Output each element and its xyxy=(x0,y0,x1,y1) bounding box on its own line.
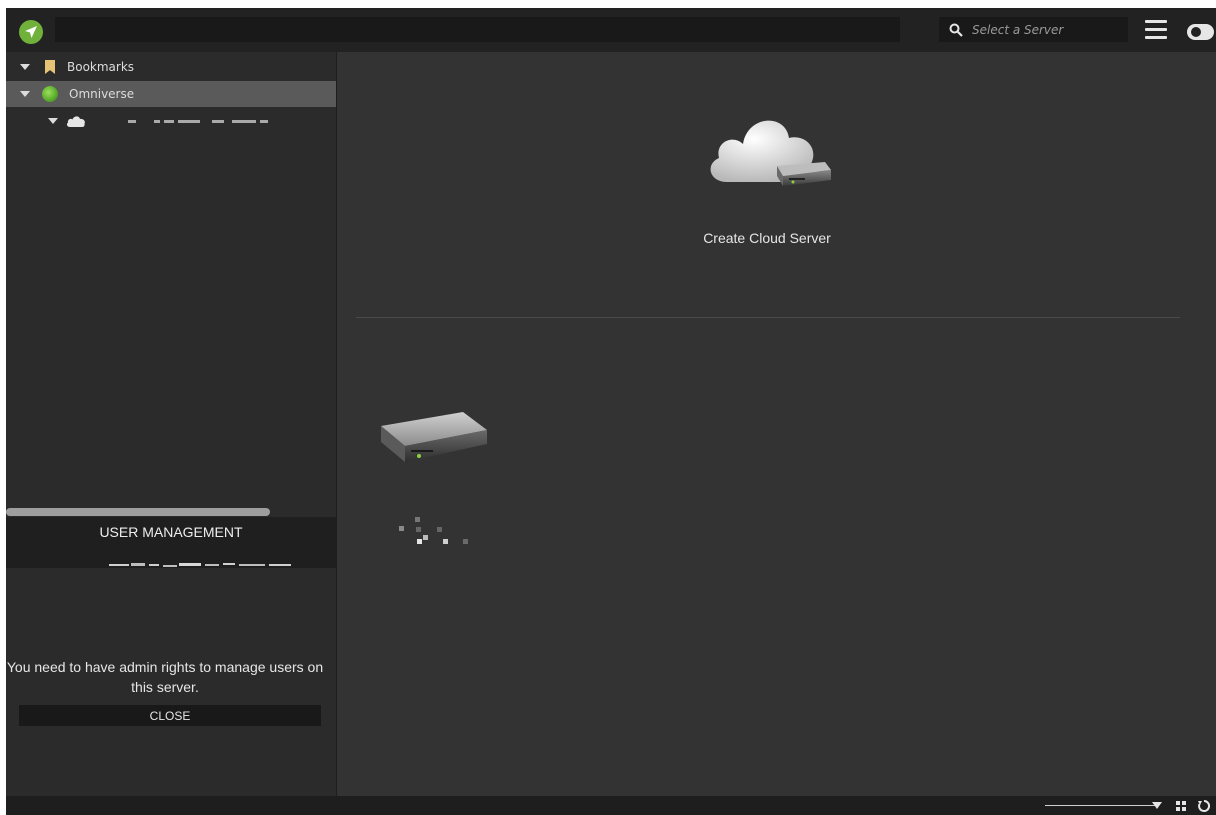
create-cloud-server-label[interactable]: Create Cloud Server xyxy=(617,230,917,246)
hamburger-menu-icon[interactable] xyxy=(1145,20,1167,40)
server-search-placeholder: Select a Server xyxy=(972,22,1064,37)
cloud-icon xyxy=(66,116,85,127)
sync-icon[interactable] xyxy=(1198,800,1210,812)
theme-toggle-icon[interactable] xyxy=(1187,24,1214,40)
close-button[interactable]: CLOSE xyxy=(19,705,321,726)
grid-view-icon[interactable] xyxy=(1176,801,1186,811)
horizontal-scrollbar[interactable] xyxy=(6,508,270,516)
expand-caret-icon[interactable] xyxy=(20,91,30,97)
app-window: Select a Server Bookmarks Omniverse USER… xyxy=(6,8,1216,815)
cloud-server-icon xyxy=(710,120,831,186)
tree-item-omniverse[interactable]: Omniverse xyxy=(6,81,336,107)
omniverse-icon xyxy=(42,86,58,102)
user-management-header: USER MANAGEMENT xyxy=(6,517,336,568)
tree-item-label: Omniverse xyxy=(69,87,135,101)
zoom-slider-handle[interactable] xyxy=(1152,802,1162,809)
top-bar: Select a Server xyxy=(6,8,1216,52)
tree-item-bookmarks[interactable]: Bookmarks xyxy=(6,54,336,80)
server-address-obscured xyxy=(109,555,299,573)
user-management-title: USER MANAGEMENT xyxy=(99,524,243,540)
bookmark-icon xyxy=(45,60,55,74)
tree-item-server[interactable] xyxy=(6,108,336,134)
expand-caret-icon[interactable] xyxy=(20,64,30,70)
server-drive-icon xyxy=(381,412,487,462)
expand-caret-icon[interactable] xyxy=(48,118,58,124)
server-name-obscured xyxy=(128,120,272,123)
paper-plane-icon xyxy=(25,26,37,38)
tree-item-label: Bookmarks xyxy=(67,60,135,74)
app-logo-icon[interactable] xyxy=(19,20,43,44)
path-input[interactable] xyxy=(55,17,900,42)
local-server-tile[interactable] xyxy=(377,404,489,471)
main-area: Create Cloud Server xyxy=(337,52,1216,796)
server-search[interactable]: Select a Server xyxy=(939,17,1128,42)
zoom-slider[interactable] xyxy=(1045,805,1158,806)
admin-rights-message: You need to have admin rights to manage … xyxy=(6,659,324,695)
section-divider xyxy=(356,317,1180,318)
loading-indicator xyxy=(395,517,475,557)
search-icon xyxy=(949,23,963,37)
left-panel: Bookmarks Omniverse USER MANAGEMENT You … xyxy=(6,52,337,796)
status-bar xyxy=(6,796,1216,815)
